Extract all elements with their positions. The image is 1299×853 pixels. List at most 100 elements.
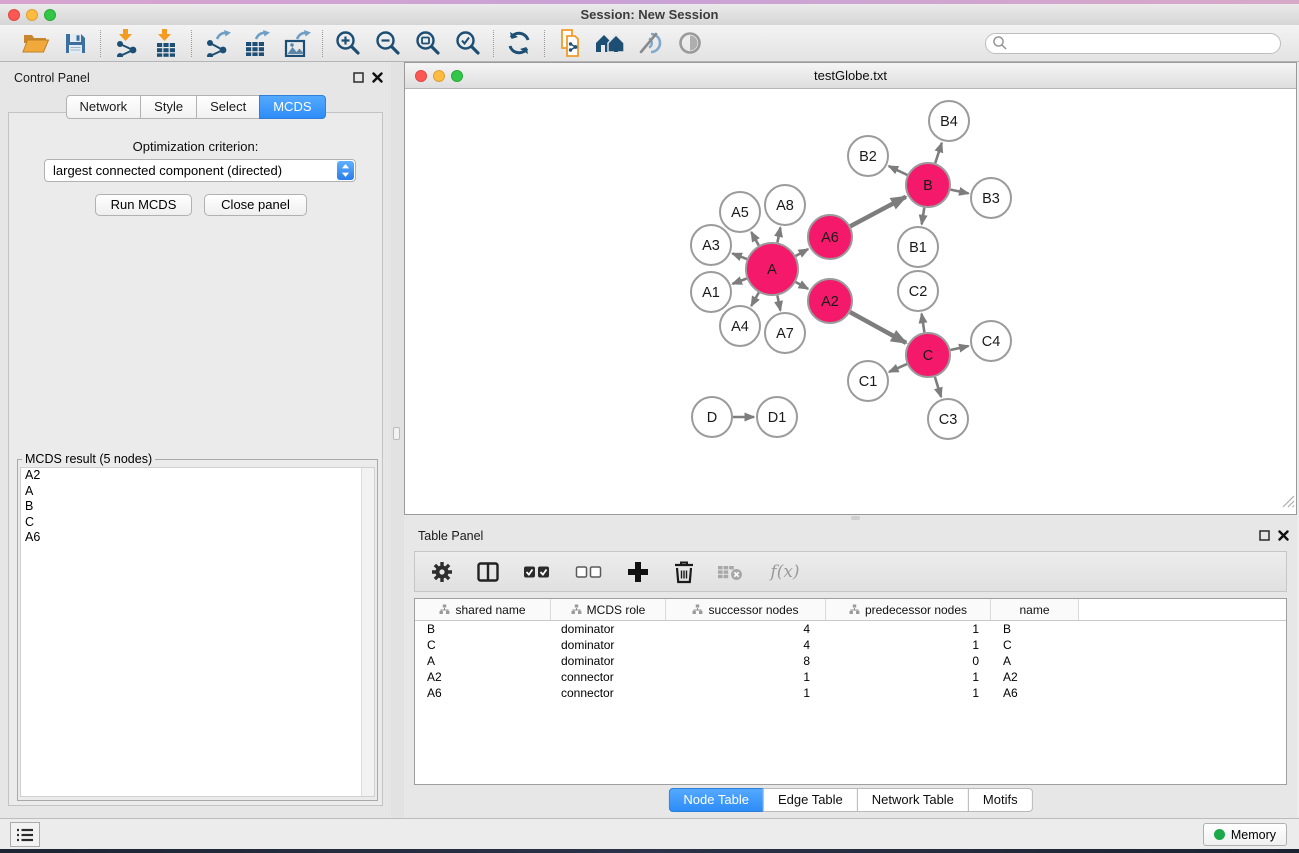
edge-B-B1[interactable] xyxy=(922,208,925,225)
zoom-out-icon[interactable] xyxy=(372,28,404,58)
open-session-icon[interactable] xyxy=(19,28,51,58)
window-resize-grip[interactable] xyxy=(1282,495,1295,513)
show-graphics-details-icon[interactable] xyxy=(674,28,706,58)
result-scrollbar[interactable] xyxy=(361,468,374,796)
search-field[interactable] xyxy=(985,33,1281,54)
zoom-selected-icon[interactable] xyxy=(452,28,484,58)
first-neighbors-icon[interactable] xyxy=(594,28,626,58)
node-A7[interactable]: A7 xyxy=(765,313,805,353)
apply-layout-icon[interactable] xyxy=(503,28,535,58)
result-item[interactable]: B xyxy=(21,499,374,515)
edge-A-A2[interactable] xyxy=(796,282,809,289)
memory-button[interactable]: Memory xyxy=(1203,823,1287,846)
column-header-shared-name[interactable]: shared name xyxy=(415,599,551,620)
create-column-icon[interactable] xyxy=(625,559,651,585)
tab-select[interactable]: Select xyxy=(196,95,260,119)
node-A5[interactable]: A5 xyxy=(720,192,760,232)
table-row[interactable]: Bdominator41B xyxy=(415,621,1286,637)
column-header-predecessor-nodes[interactable]: predecessor nodes xyxy=(826,599,991,620)
tab-network[interactable]: Network xyxy=(65,95,141,119)
edge-A-A6[interactable] xyxy=(796,249,809,256)
column-header-successor-nodes[interactable]: successor nodes xyxy=(666,599,826,620)
export-image-icon[interactable] xyxy=(281,28,313,58)
splitter-grip[interactable] xyxy=(393,427,400,440)
edge-A-A3[interactable] xyxy=(732,253,747,259)
hide-selected-icon[interactable] xyxy=(634,28,666,58)
node-D1[interactable]: D1 xyxy=(757,397,797,437)
table-row[interactable]: A2connector11A2 xyxy=(415,669,1286,685)
tab-motifs[interactable]: Motifs xyxy=(968,788,1033,812)
show-panels-button[interactable] xyxy=(10,822,40,847)
node-C1[interactable]: C1 xyxy=(848,361,888,401)
node-B1[interactable]: B1 xyxy=(898,227,938,267)
network-canvas[interactable]: B4B2BB3B1A5A8A6A3AA1A2C2A4A7C4CC1C3DD1 xyxy=(405,89,1296,514)
zoom-in-icon[interactable] xyxy=(332,28,364,58)
close-panel-icon[interactable] xyxy=(1278,530,1289,541)
table-options-icon[interactable] xyxy=(429,559,455,585)
node-D[interactable]: D xyxy=(692,397,732,437)
node-B[interactable]: B xyxy=(906,163,950,207)
node-B2[interactable]: B2 xyxy=(848,136,888,176)
search-input[interactable] xyxy=(1008,36,1274,50)
result-item[interactable]: A xyxy=(21,484,374,500)
node-A2[interactable]: A2 xyxy=(808,279,852,323)
table-row[interactable]: Cdominator41C xyxy=(415,637,1286,653)
select-all-columns-icon[interactable] xyxy=(521,559,553,585)
node-C4[interactable]: C4 xyxy=(971,321,1011,361)
result-item[interactable]: A2 xyxy=(21,468,374,484)
column-header-MCDS-role[interactable]: MCDS role xyxy=(551,599,666,620)
column-header-name[interactable]: name xyxy=(991,599,1079,620)
import-table-icon[interactable] xyxy=(150,28,182,58)
edge-A-A1[interactable] xyxy=(733,279,747,284)
export-table-icon[interactable] xyxy=(241,28,273,58)
node-C3[interactable]: C3 xyxy=(928,399,968,439)
edge-A6-B[interactable] xyxy=(850,197,906,227)
export-network-icon[interactable] xyxy=(201,28,233,58)
edge-A2-C[interactable] xyxy=(850,312,906,343)
node-A8[interactable]: A8 xyxy=(765,185,805,225)
window-titlebar[interactable]: Session: New Session xyxy=(0,4,1299,25)
close-panel-button[interactable]: Close panel xyxy=(204,194,307,216)
node-A1[interactable]: A1 xyxy=(691,272,731,312)
save-session-icon[interactable] xyxy=(59,28,91,58)
edge-C-C4[interactable] xyxy=(951,346,969,350)
clone-network-icon[interactable] xyxy=(554,28,586,58)
edge-A-A4[interactable] xyxy=(751,293,759,306)
node-A3[interactable]: A3 xyxy=(691,225,731,265)
run-mcds-button[interactable]: Run MCDS xyxy=(95,194,192,216)
edge-A-A5[interactable] xyxy=(751,232,759,245)
edge-C-C3[interactable] xyxy=(935,377,941,397)
edge-C-C1[interactable] xyxy=(889,364,907,372)
tab-mcds[interactable]: MCDS xyxy=(259,95,325,119)
network-window-titlebar[interactable]: testGlobe.txt xyxy=(405,63,1296,89)
delete-columns-icon[interactable] xyxy=(671,559,697,585)
tab-edge-table[interactable]: Edge Table xyxy=(763,788,858,812)
criterion-select[interactable]: largest connected component (directed) xyxy=(44,159,356,182)
node-A4[interactable]: A4 xyxy=(720,306,760,346)
node-A[interactable]: A xyxy=(746,243,798,295)
tab-node-table[interactable]: Node Table xyxy=(668,788,764,812)
edge-C-C2[interactable] xyxy=(922,314,925,333)
delete-table-icon[interactable] xyxy=(717,559,743,585)
edge-B-B3[interactable] xyxy=(951,190,969,194)
vertical-splitter[interactable] xyxy=(391,62,404,818)
tab-style[interactable]: Style xyxy=(140,95,197,119)
tab-network-table[interactable]: Network Table xyxy=(857,788,969,812)
float-panel-icon[interactable] xyxy=(1259,530,1270,541)
table-row[interactable]: A6connector11A6 xyxy=(415,685,1286,701)
float-panel-icon[interactable] xyxy=(353,72,364,83)
unselect-all-columns-icon[interactable] xyxy=(573,559,605,585)
result-item[interactable]: C xyxy=(21,515,374,531)
node-B4[interactable]: B4 xyxy=(929,101,969,141)
node-C2[interactable]: C2 xyxy=(898,271,938,311)
node-table[interactable]: shared nameMCDS rolesuccessor nodesprede… xyxy=(414,598,1287,785)
mcds-result-list[interactable]: A2ABCA6 xyxy=(20,467,375,797)
close-panel-icon[interactable] xyxy=(372,72,383,83)
network-graph[interactable]: B4B2BB3B1A5A8A6A3AA1A2C2A4A7C4CC1C3DD1 xyxy=(405,89,1296,514)
show-columns-icon[interactable] xyxy=(475,559,501,585)
node-B3[interactable]: B3 xyxy=(971,178,1011,218)
table-row[interactable]: Adominator80A xyxy=(415,653,1286,669)
node-C[interactable]: C xyxy=(906,333,950,377)
zoom-fit-icon[interactable] xyxy=(412,28,444,58)
edge-B-B4[interactable] xyxy=(935,143,942,163)
